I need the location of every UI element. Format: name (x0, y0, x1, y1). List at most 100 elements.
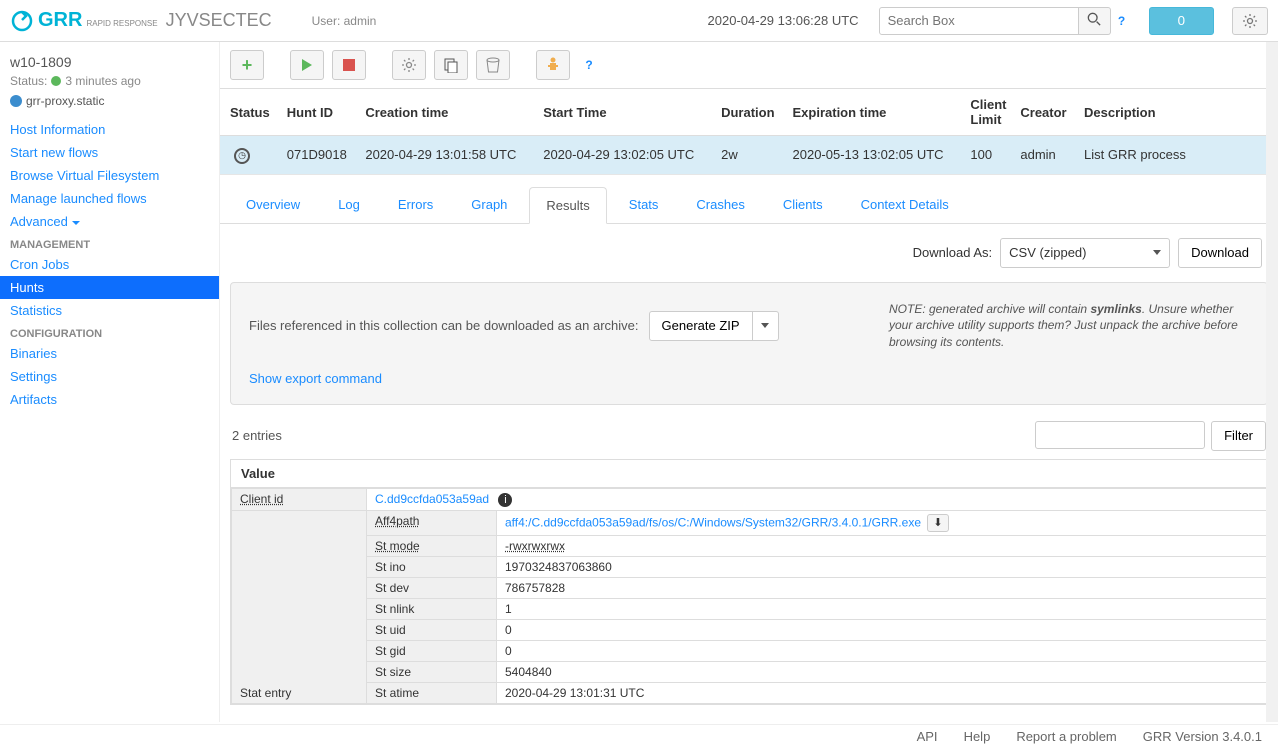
generate-zip-dropdown[interactable] (753, 311, 779, 341)
label-client-id: Client id (232, 488, 367, 510)
download-icon[interactable]: ⬇ (927, 514, 949, 532)
nav-browse-vfs[interactable]: Browse Virtual Filesystem (0, 164, 219, 187)
nav-hunts[interactable]: Hunts (0, 276, 219, 299)
info-icon[interactable]: i (498, 493, 512, 507)
label-st-ino: St ino (367, 556, 497, 577)
nav-statistics[interactable]: Statistics (0, 299, 219, 322)
main: + ? (220, 42, 1278, 722)
col-description[interactable]: Description (1078, 89, 1278, 136)
col-limit[interactable]: Client Limit (964, 89, 1014, 136)
col-duration[interactable]: Duration (715, 89, 786, 136)
col-hunt-id[interactable]: Hunt ID (281, 89, 360, 136)
tabs: Overview Log Errors Graph Results Stats … (220, 187, 1278, 224)
tab-stats[interactable]: Stats (613, 187, 675, 223)
col-start[interactable]: Start Time (537, 89, 715, 136)
aff4path-link[interactable]: aff4:/C.dd9ccfda053a59ad/fs/os/C:/Window… (505, 515, 921, 529)
tab-crashes[interactable]: Crashes (680, 187, 760, 223)
trash-icon (486, 57, 500, 73)
client-block: w10-1809 Status: 3 minutes ago grr-proxy… (0, 54, 219, 118)
tab-errors[interactable]: Errors (382, 187, 449, 223)
col-creation[interactable]: Creation time (359, 89, 537, 136)
filter-button[interactable]: Filter (1211, 421, 1266, 451)
toolbar: + ? (220, 42, 1278, 88)
copy-icon (443, 57, 459, 73)
val-st-mode: -rwxrwxrwx (497, 535, 1267, 556)
status-text: 3 minutes ago (65, 74, 140, 88)
label-st-size: St size (367, 661, 497, 682)
server-time: 2020-04-29 13:06:28 UTC (708, 13, 859, 28)
robot-button[interactable] (536, 50, 570, 80)
archive-note: NOTE: generated archive will contain sym… (889, 301, 1249, 351)
logo[interactable]: GRR (10, 9, 82, 33)
header: GRR RAPID RESPONSE JYVSECTEC User: admin… (0, 0, 1278, 42)
hunt-row[interactable]: ◷ 071D9018 2020-04-29 13:01:58 UTC 2020-… (220, 136, 1278, 175)
filter-wrap: Filter (1035, 421, 1266, 451)
globe-icon (10, 95, 22, 107)
footer-api[interactable]: API (917, 729, 938, 744)
help-icon[interactable]: ? (1115, 14, 1129, 28)
results-bar: 2 entries Filter (220, 417, 1278, 459)
help-icon[interactable]: ? (582, 58, 596, 72)
val-st-size: 5404840 (497, 661, 1267, 682)
nav-header-configuration: CONFIGURATION (0, 322, 219, 342)
filter-input[interactable] (1035, 421, 1205, 449)
val-st-atime: 2020-04-29 13:01:31 UTC (497, 682, 1267, 703)
settings-button[interactable] (1232, 7, 1268, 35)
nav-manage-flows[interactable]: Manage launched flows (0, 187, 219, 210)
nav-header-management: MANAGEMENT (0, 233, 219, 253)
start-hunt-button[interactable] (290, 50, 324, 80)
cell-creation: 2020-04-29 13:01:58 UTC (359, 136, 537, 175)
col-expiration[interactable]: Expiration time (787, 89, 965, 136)
download-format-select[interactable]: CSV (zipped) (1000, 238, 1170, 268)
stop-icon (343, 59, 355, 71)
cell-duration: 2w (715, 136, 786, 175)
nav-cron-jobs[interactable]: Cron Jobs (0, 253, 219, 276)
tab-graph[interactable]: Graph (455, 187, 523, 223)
nav-advanced[interactable]: Advanced (0, 210, 219, 233)
copy-hunt-button[interactable] (434, 50, 468, 80)
footer-report[interactable]: Report a problem (1016, 729, 1116, 744)
nav-binaries[interactable]: Binaries (0, 342, 219, 365)
col-status[interactable]: Status (220, 89, 281, 136)
footer-help[interactable]: Help (964, 729, 991, 744)
notifications-button[interactable]: 0 (1149, 7, 1214, 35)
tab-context[interactable]: Context Details (845, 187, 965, 223)
val-st-dev: 786757828 (497, 577, 1267, 598)
label-aff4path: Aff4path (367, 510, 497, 535)
search-wrap: ? (879, 7, 1129, 35)
nav-artifacts[interactable]: Artifacts (0, 388, 219, 411)
download-label: Download As: (913, 245, 993, 260)
tab-overview[interactable]: Overview (230, 187, 316, 223)
show-export-command[interactable]: Show export command (249, 371, 1249, 386)
client-id-link[interactable]: C.dd9ccfda053a59ad (375, 492, 489, 506)
cell-limit: 100 (964, 136, 1014, 175)
nav-settings[interactable]: Settings (0, 365, 219, 388)
search-button[interactable] (1079, 7, 1111, 35)
nav-start-new-flows[interactable]: Start new flows (0, 141, 219, 164)
val-st-nlink: 1 (497, 598, 1267, 619)
delete-hunt-button[interactable] (476, 50, 510, 80)
value-header: Value (230, 459, 1268, 488)
robot-icon (547, 57, 559, 73)
nav-host-information[interactable]: Host Information (0, 118, 219, 141)
tab-results[interactable]: Results (529, 187, 606, 224)
label-st-mode: St mode (367, 535, 497, 556)
caret-down-icon (761, 323, 769, 328)
add-hunt-button[interactable]: + (230, 50, 264, 80)
result-detail: Client id C.dd9ccfda053a59ad i Stat entr… (230, 488, 1268, 705)
modify-hunt-button[interactable] (392, 50, 426, 80)
scrollbar[interactable] (1266, 42, 1278, 722)
tab-clients[interactable]: Clients (767, 187, 839, 223)
status-dot-icon (51, 76, 61, 86)
download-bar: Download As: CSV (zipped) Download (220, 224, 1278, 282)
search-input[interactable] (879, 7, 1079, 35)
tab-log[interactable]: Log (322, 187, 376, 223)
label-st-atime: St atime (367, 682, 497, 703)
splitter[interactable] (220, 175, 1278, 181)
col-creator[interactable]: Creator (1014, 89, 1078, 136)
download-button[interactable]: Download (1178, 238, 1262, 268)
client-status: Status: 3 minutes ago (10, 74, 209, 88)
results-count: 2 entries (232, 428, 282, 443)
stop-hunt-button[interactable] (332, 50, 366, 80)
generate-zip-button[interactable]: Generate ZIP (649, 311, 753, 341)
